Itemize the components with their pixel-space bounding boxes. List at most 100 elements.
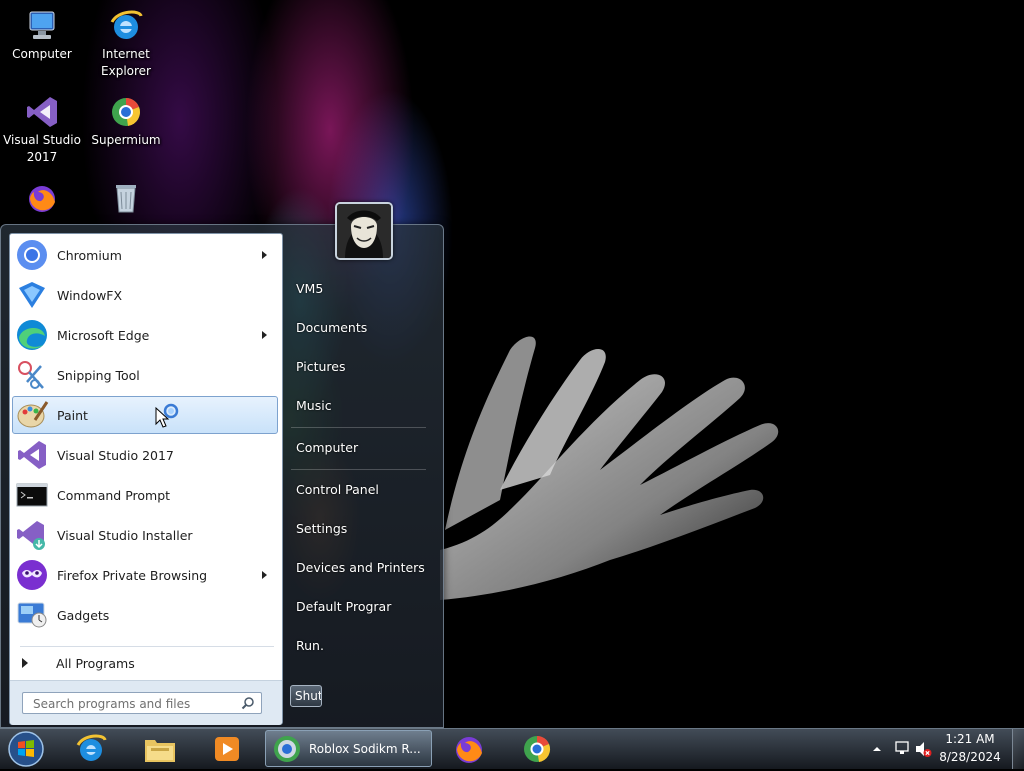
submenu-arrow-icon[interactable] xyxy=(262,251,267,259)
program-visual-studio-installer[interactable]: Visual Studio Installer xyxy=(12,516,278,554)
place-label: Run. xyxy=(296,638,324,653)
action-center-flag-icon[interactable] xyxy=(894,740,910,756)
all-programs-arrow-icon xyxy=(22,658,28,668)
place-label: Documents xyxy=(296,320,368,335)
snipping-tool-icon xyxy=(15,358,49,392)
all-programs-button[interactable]: All Programs xyxy=(12,648,278,678)
clock-date[interactable]: 8/28/2024 xyxy=(930,750,1010,764)
program-firefox-private-browsing[interactable]: Firefox Private Browsing xyxy=(12,556,278,594)
program-windowfx[interactable]: WindowFX xyxy=(12,276,278,314)
place-music[interactable]: Music xyxy=(291,391,431,421)
taskbar-active-window[interactable]: Roblox Sodikm R... xyxy=(265,730,432,767)
program-label: Visual Studio Installer xyxy=(57,527,193,543)
taskbar-file-explorer[interactable] xyxy=(133,731,187,767)
microsoft-edge-icon xyxy=(15,318,49,352)
places-separator xyxy=(291,427,426,428)
user-account-picture[interactable] xyxy=(335,202,393,260)
place-label: Music xyxy=(296,398,332,413)
active-window-label: Roblox Sodikm R... xyxy=(309,741,421,756)
program-command-prompt[interactable]: Command Prompt xyxy=(12,476,278,514)
windowfx-icon xyxy=(15,278,49,312)
windows-logo-icon xyxy=(8,731,44,767)
program-label: Snipping Tool xyxy=(57,367,140,383)
taskbar-media-player[interactable] xyxy=(200,731,254,767)
search-icon[interactable] xyxy=(241,696,255,710)
internet-explorer-icon xyxy=(76,734,107,761)
desktop-icon-internet-explorer[interactable]: Internet Explorer xyxy=(84,4,168,80)
program-label: Chromium xyxy=(57,247,122,263)
place-run[interactable]: Run. xyxy=(291,631,431,661)
start-menu-programs-pane: Chromium WindowFX Microsoft Edge Snippin… xyxy=(9,233,283,725)
place-devices-and-printers[interactable]: Devices and Printers xyxy=(291,553,431,583)
taskbar-internet-explorer[interactable] xyxy=(64,731,118,767)
place-computer[interactable]: Computer xyxy=(291,433,431,463)
program-label: Paint xyxy=(57,407,88,423)
command-prompt-icon xyxy=(15,478,49,512)
user-avatar-icon xyxy=(337,204,391,258)
roblox-app-icon xyxy=(274,735,300,762)
visual-studio-icon xyxy=(15,438,49,472)
chromium-icon xyxy=(15,238,49,272)
search-input[interactable] xyxy=(31,694,240,714)
place-settings[interactable]: Settings xyxy=(291,514,431,544)
media-player-icon xyxy=(215,737,239,761)
place-label: Pictures xyxy=(296,359,346,374)
paint-icon xyxy=(15,398,49,432)
desktop-icon-recycle-bin[interactable] xyxy=(84,176,168,218)
taskbar-firefox[interactable] xyxy=(442,731,496,767)
place-label: Default Prograr xyxy=(296,599,392,614)
program-label: Microsoft Edge xyxy=(57,327,150,343)
submenu-arrow-icon[interactable] xyxy=(262,331,267,339)
program-label: Visual Studio 2017 xyxy=(57,447,174,463)
computer-icon xyxy=(24,8,60,44)
taskbar: Roblox Sodikm R... 1:21 AM 8/28/2024 xyxy=(0,728,1024,769)
show-desktop-button[interactable] xyxy=(1012,729,1024,769)
place-label: Computer xyxy=(296,440,359,455)
program-microsoft-edge[interactable]: Microsoft Edge xyxy=(12,316,278,354)
desktop-icon-visual-studio-2017[interactable]: Visual Studio 2017 xyxy=(0,90,84,166)
supermium-icon xyxy=(524,736,551,762)
firefox-icon xyxy=(456,737,482,763)
show-hidden-icons-icon[interactable] xyxy=(872,744,882,754)
place-label: Settings xyxy=(296,521,348,536)
firefox-private-browsing-icon xyxy=(15,558,49,592)
recycle-bin-icon xyxy=(108,180,144,216)
program-snipping-tool[interactable]: Snipping Tool xyxy=(12,356,278,394)
place-user-folder[interactable]: VM5 xyxy=(291,274,431,304)
search-box[interactable] xyxy=(22,692,262,714)
taskbar-supermium[interactable] xyxy=(510,731,564,767)
firefox-icon xyxy=(24,180,60,216)
desktop-icon-label: Supermium xyxy=(91,133,161,147)
program-gadgets[interactable]: Gadgets xyxy=(12,596,278,634)
desktop-icon-label: Visual Studio 2017 xyxy=(3,133,81,164)
shutdown-label: Shut xyxy=(295,689,322,703)
places-separator xyxy=(291,469,426,470)
program-label: Firefox Private Browsing xyxy=(57,567,208,583)
place-default-programs[interactable]: Default Prograr xyxy=(291,592,431,622)
desktop-icon-label: Computer xyxy=(12,47,72,61)
visual-studio-icon xyxy=(24,94,60,130)
place-label: Control Panel xyxy=(296,482,379,497)
program-chromium[interactable]: Chromium xyxy=(12,236,278,274)
start-menu: Chromium WindowFX Microsoft Edge Snippin… xyxy=(0,202,444,728)
desktop-icon-firefox[interactable] xyxy=(0,176,84,218)
program-paint[interactable]: Paint xyxy=(12,396,278,434)
hand-wallpaper-graphic xyxy=(440,336,779,600)
place-pictures[interactable]: Pictures xyxy=(291,352,431,382)
supermium-icon xyxy=(108,94,144,130)
folder-icon xyxy=(145,740,175,762)
place-control-panel[interactable]: Control Panel xyxy=(291,475,431,505)
desktop-icon-computer[interactable]: Computer xyxy=(0,4,84,63)
shutdown-button[interactable]: Shut xyxy=(290,685,322,707)
desktop-icon-label: Internet Explorer xyxy=(101,47,151,78)
clock-time[interactable]: 1:21 AM xyxy=(936,732,1004,746)
programs-separator xyxy=(20,646,274,647)
submenu-arrow-icon[interactable] xyxy=(262,571,267,579)
desktop-icon-supermium[interactable]: Supermium xyxy=(84,90,168,149)
place-documents[interactable]: Documents xyxy=(291,313,431,343)
search-area xyxy=(10,680,282,725)
program-label: WindowFX xyxy=(57,287,123,303)
gadgets-icon xyxy=(15,598,49,632)
start-button[interactable] xyxy=(6,730,46,768)
program-visual-studio-2017[interactable]: Visual Studio 2017 xyxy=(12,436,278,474)
